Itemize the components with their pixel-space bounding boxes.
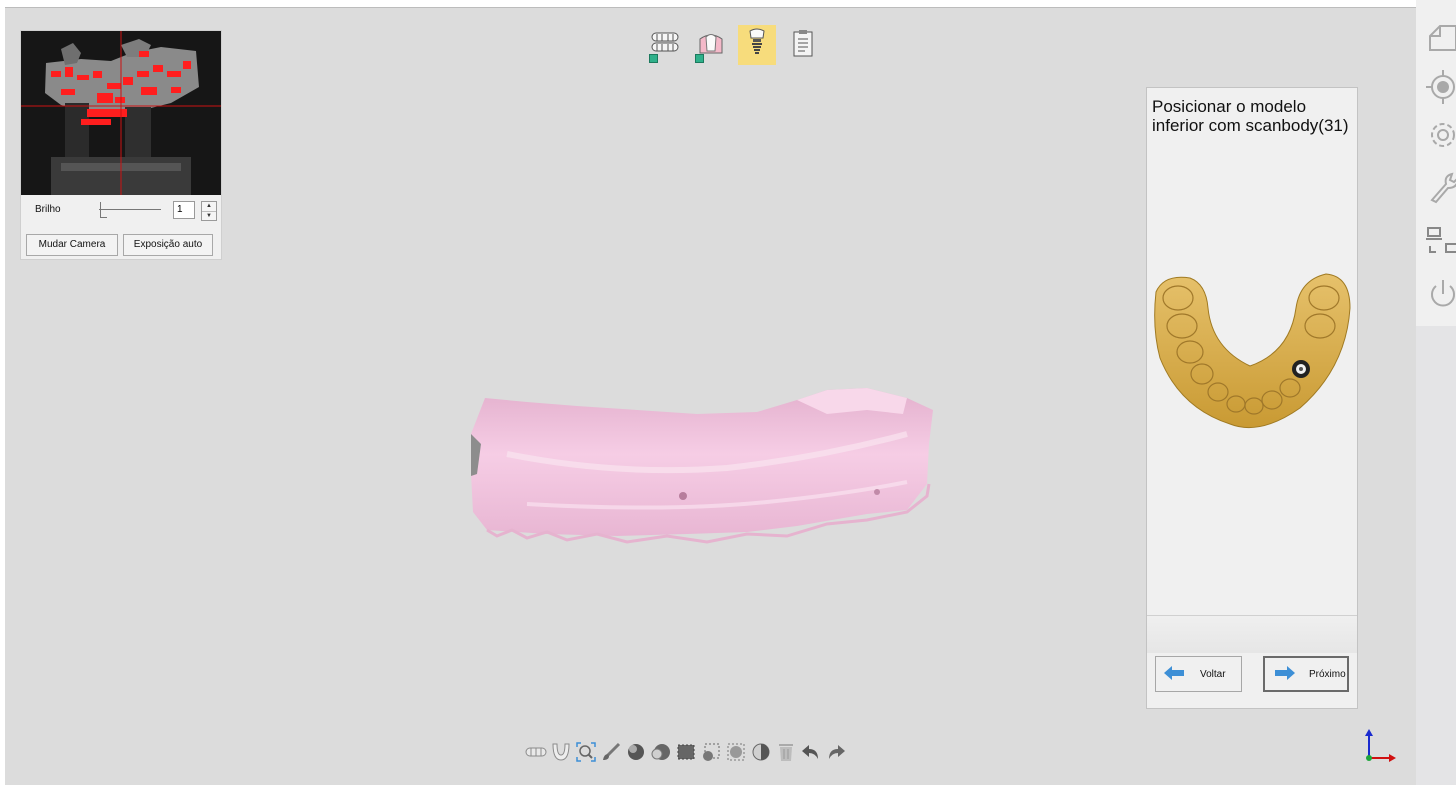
scanned-3d-model[interactable] <box>467 384 937 549</box>
delete-icon[interactable] <box>775 738 797 766</box>
instruction-text: Posicionar o modelo inferior com scanbod… <box>1152 97 1349 135</box>
power-icon[interactable] <box>1426 278 1456 312</box>
brightness-slider[interactable] <box>99 201 161 219</box>
report-mode-button[interactable] <box>784 25 822 65</box>
arrow-right-icon <box>1273 665 1295 683</box>
lasso-remove-icon[interactable] <box>725 738 747 766</box>
settings-gear-icon[interactable] <box>1426 118 1456 152</box>
lower-arch-scanbody-illustration <box>1150 268 1355 438</box>
right-sidebar <box>1416 0 1456 326</box>
report-clipboard-icon <box>791 28 815 63</box>
gum-tooth-mode-button[interactable] <box>692 25 730 65</box>
deselect-sphere-icon[interactable] <box>650 738 672 766</box>
brightness-value-input[interactable]: 1 <box>173 201 195 219</box>
camera-live-image <box>21 31 221 195</box>
spin-up-icon[interactable]: ▲ <box>202 202 216 211</box>
new-file-icon[interactable] <box>1426 22 1456 56</box>
back-button[interactable]: Voltar <box>1155 656 1242 692</box>
select-sphere-icon[interactable] <box>625 738 647 766</box>
lasso-add-icon[interactable] <box>700 738 722 766</box>
implant-icon <box>745 28 769 63</box>
brightness-spinner[interactable]: ▲ ▼ <box>201 201 217 221</box>
network-devices-icon[interactable] <box>1426 224 1456 258</box>
instruction-panel: Posicionar o modelo inferior com scanbod… <box>1146 87 1358 709</box>
next-button[interactable]: Próximo <box>1263 656 1349 692</box>
back-button-label: Voltar <box>1200 668 1226 680</box>
implant-mode-button[interactable] <box>738 25 776 65</box>
calibration-target-icon[interactable] <box>1426 70 1456 104</box>
completed-check-icon <box>695 54 704 63</box>
zoom-fit-icon[interactable] <box>575 738 597 766</box>
spin-down-icon[interactable]: ▼ <box>202 211 216 220</box>
mode-toolbar <box>646 25 822 65</box>
camera-preview-panel: Brilho 1 ▲ ▼ Mudar Camera Exposição auto <box>20 30 222 260</box>
switch-camera-button[interactable]: Mudar Camera <box>26 234 118 256</box>
upper-jaw-icon[interactable] <box>525 738 547 766</box>
brightness-slider-thumb[interactable] <box>100 202 107 218</box>
bottom-toolbar <box>525 737 847 767</box>
next-button-label: Próximo <box>1309 668 1346 680</box>
arrow-left-icon <box>1164 665 1186 683</box>
axis-orientation-gizmo <box>1361 728 1401 764</box>
completed-check-icon <box>649 54 658 63</box>
undo-icon[interactable] <box>800 738 822 766</box>
full-arch-mode-button[interactable] <box>646 25 684 65</box>
invert-selection-icon[interactable] <box>750 738 772 766</box>
auto-exposure-button[interactable]: Exposição auto <box>123 234 213 256</box>
lasso-select-icon[interactable] <box>675 738 697 766</box>
brightness-label: Brilho <box>35 204 61 215</box>
right-sidebar-empty-area <box>1416 326 1456 785</box>
lower-jaw-icon[interactable] <box>550 738 572 766</box>
redo-icon[interactable] <box>825 738 847 766</box>
wrench-icon[interactable] <box>1426 170 1456 204</box>
brush-icon[interactable] <box>600 738 622 766</box>
